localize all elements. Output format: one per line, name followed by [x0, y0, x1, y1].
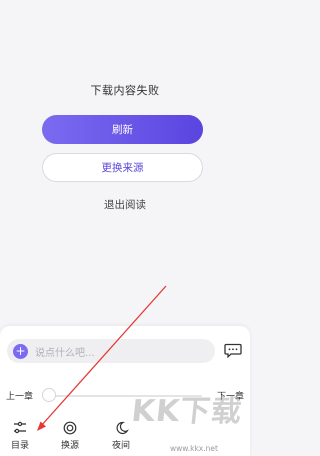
nav-label-night: 夜间 — [111, 441, 130, 451]
error-status-text: 下载内容失败 — [90, 84, 160, 97]
moon-icon — [101, 421, 141, 435]
next-chapter-button[interactable]: 下一章 — [217, 389, 244, 402]
comment-placeholder: 说点什么吧... — [35, 347, 95, 359]
chapter-row: 上一章 下一章 — [0, 387, 250, 405]
refresh-button[interactable]: 刷新 — [42, 115, 203, 144]
chat-icon[interactable] — [224, 343, 242, 362]
change-source-button[interactable]: 更换来源 — [42, 153, 203, 182]
source-icon — [50, 421, 90, 435]
chapter-progress-knob[interactable] — [42, 388, 56, 402]
toc-icon — [0, 421, 40, 435]
nav-label-toc: 目录 — [10, 441, 29, 451]
nav-item-toc[interactable]: 目录 — [0, 421, 40, 451]
nav-item-night[interactable]: 夜间 — [101, 421, 141, 451]
prev-chapter-button[interactable]: 上一章 — [6, 389, 33, 402]
exit-reading-link[interactable]: 退出阅读 — [0, 197, 250, 212]
chapter-progress-track[interactable] — [46, 395, 202, 397]
nav-label-change-source: 换源 — [60, 441, 79, 451]
bottom-nav: 目录 换源 夜间 — [0, 421, 250, 456]
nav-item-change-source[interactable]: 换源 — [50, 421, 90, 451]
comment-input[interactable]: + 说点什么吧... — [7, 339, 215, 363]
change-source-button-label: 更换来源 — [101, 162, 144, 174]
refresh-button-label: 刷新 — [112, 124, 133, 136]
add-icon: + — [13, 343, 28, 359]
